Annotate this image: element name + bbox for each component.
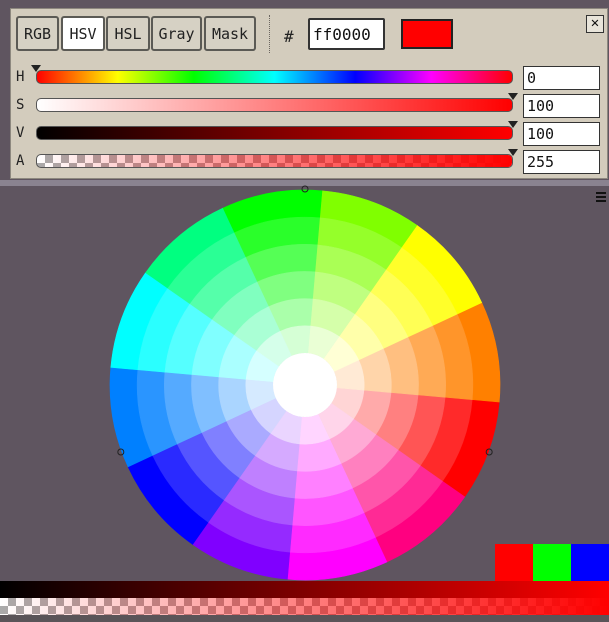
quick-swatch-green[interactable] (533, 544, 571, 581)
value-gradient-bar[interactable] (0, 581, 609, 598)
quick-swatch-red[interactable] (495, 544, 533, 581)
bottom-edge (0, 615, 609, 622)
menu-icon[interactable] (596, 192, 606, 204)
wheel-center-white[interactable] (273, 353, 337, 417)
alpha-gradient-bar[interactable] (0, 598, 609, 615)
color-wheel[interactable] (0, 0, 609, 622)
quick-swatch-blue[interactable] (571, 544, 609, 581)
